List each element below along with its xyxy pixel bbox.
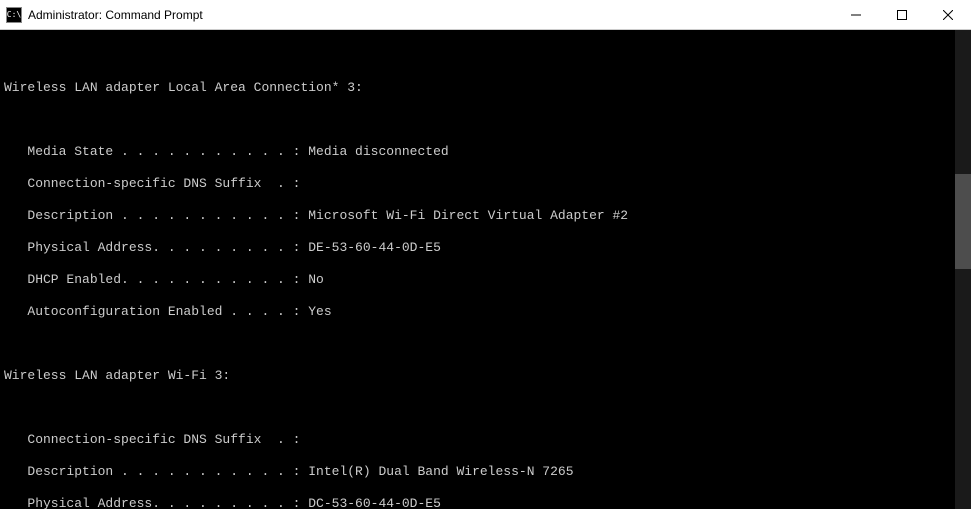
scrollbar-thumb[interactable] <box>955 174 971 270</box>
window-title: Administrator: Command Prompt <box>28 8 203 22</box>
cmd-prompt-icon: C:\ <box>6 7 22 23</box>
output-row: Physical Address. . . . . . . . . : DC-5… <box>4 496 967 509</box>
output-row: Connection-specific DNS Suffix . : <box>4 176 967 192</box>
maximize-button[interactable] <box>879 0 925 30</box>
output-row: Description . . . . . . . . . . . : Inte… <box>4 464 967 480</box>
adapter-header-2: Wireless LAN adapter Wi-Fi 3: <box>4 368 967 384</box>
window-controls <box>833 0 971 30</box>
output-row: Connection-specific DNS Suffix . : <box>4 432 967 448</box>
output-row: Description . . . . . . . . . . . : Micr… <box>4 208 967 224</box>
adapter-header-1: Wireless LAN adapter Local Area Connecti… <box>4 80 967 96</box>
terminal-output[interactable]: Wireless LAN adapter Local Area Connecti… <box>0 30 971 509</box>
output-row: Media State . . . . . . . . . . . : Medi… <box>4 144 967 160</box>
minimize-button[interactable] <box>833 0 879 30</box>
title-bar[interactable]: C:\ Administrator: Command Prompt <box>0 0 971 30</box>
output-row: DHCP Enabled. . . . . . . . . . . : No <box>4 272 967 288</box>
title-left: C:\ Administrator: Command Prompt <box>0 7 203 23</box>
scrollbar[interactable] <box>955 30 971 509</box>
close-button[interactable] <box>925 0 971 30</box>
output-row: Physical Address. . . . . . . . . : DE-5… <box>4 240 967 256</box>
output-row: Autoconfiguration Enabled . . . . : Yes <box>4 304 967 320</box>
